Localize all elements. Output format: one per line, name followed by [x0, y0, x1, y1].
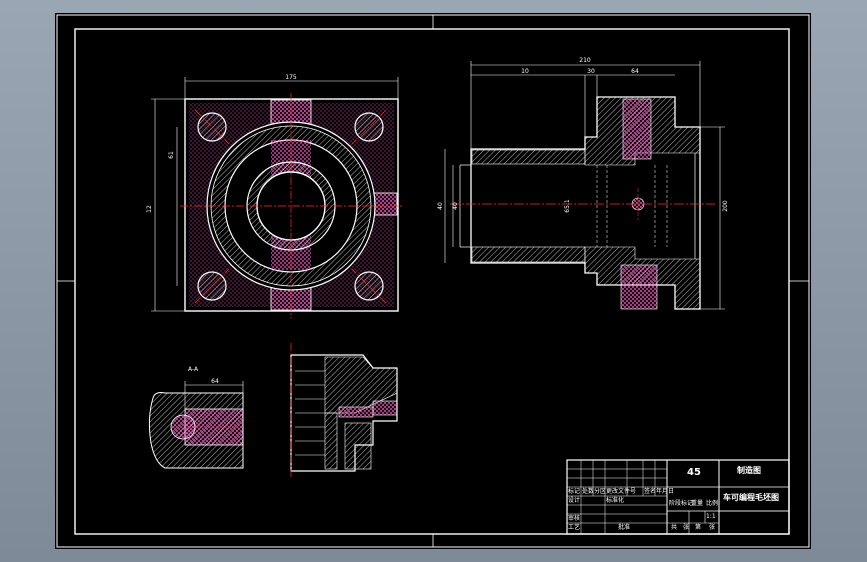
tb-row-review: 审核: [568, 515, 581, 522]
front-width-dim: 175: [285, 74, 297, 81]
partial-section-view: [290, 343, 398, 479]
tb-sheet-total-b: 张: [683, 524, 690, 531]
tb-scale-word: 比例: [706, 500, 719, 507]
front-height-dim-outer: 12: [146, 205, 153, 213]
front-view: [151, 77, 403, 318]
title-drawing-name: 车可编程毛坯图: [723, 493, 779, 502]
tb-sheet-no-a: 第: [695, 524, 702, 531]
side-view: [444, 61, 725, 310]
side-dia-left: 40: [437, 202, 444, 210]
detail-dim: 64: [211, 378, 219, 385]
side-dim-left: 10: [521, 68, 529, 75]
side-dim-right: 64: [631, 68, 639, 75]
tb-cell-doc: 更改文件号: [606, 488, 637, 495]
tb-sheet-total-a: 共: [671, 524, 678, 531]
tb-stage: 阶段标记: [669, 500, 694, 507]
tb-sheet-no-b: 张: [709, 524, 716, 531]
side-overall-dim: 210: [579, 57, 591, 64]
tb-cell-sign: 签名: [644, 488, 657, 495]
tb-cell-zone: 分区: [594, 488, 607, 495]
side-dim-mid: 30: [587, 68, 595, 75]
side-dia-mid-b: 65.1: [564, 199, 571, 213]
tb-row-design: 设计: [568, 497, 581, 504]
tb-cell-mark: 标记: [568, 488, 581, 495]
side-dia-right: 200: [722, 200, 729, 212]
drawing-sheet: 175 12 61 210 10 30 64 40 40 65.1 200 A-…: [55, 13, 811, 549]
title-school: 制造图: [737, 466, 761, 475]
tb-scale-value: 1:1: [706, 513, 716, 520]
front-height-dim-inner: 61: [168, 151, 175, 159]
tb-std: 标准化: [606, 497, 625, 504]
tb-cell-count: 处数: [582, 488, 595, 495]
tb-cell-date: 年月日: [656, 488, 675, 495]
side-dia-mid-a: 40: [452, 202, 459, 210]
cad-viewport[interactable]: 175 12 61 210 10 30 64 40 40 65.1 200 A-…: [0, 0, 867, 562]
detail-view: [148, 381, 245, 469]
detail-label: A-A: [188, 366, 199, 373]
tb-approve: 批准: [618, 524, 631, 531]
tb-weight: 重量: [691, 500, 704, 507]
title-material: 45: [687, 467, 701, 478]
tb-row-process: 工艺: [568, 524, 581, 531]
